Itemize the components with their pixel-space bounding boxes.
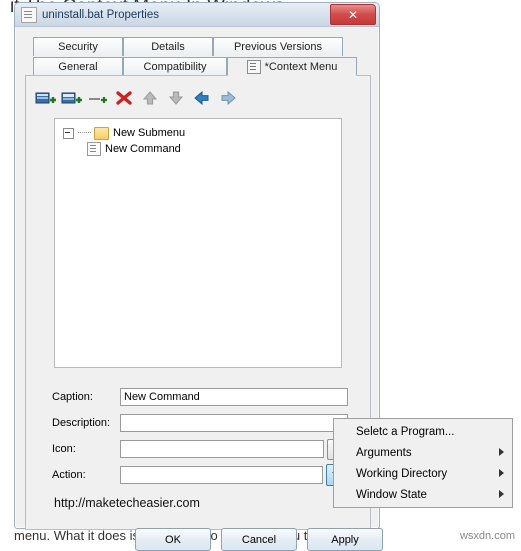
ok-button[interactable]: OK [135,528,211,551]
cancel-button[interactable]: Cancel [221,528,297,551]
apply-button[interactable]: Apply [307,528,383,551]
action-label: Action: [52,469,86,481]
collapse-icon[interactable] [63,127,74,139]
tab-security[interactable]: Security [33,37,123,56]
menu-item-working-directory[interactable]: Working Directory [334,463,512,484]
menu-item-window-state[interactable]: Window State [334,484,512,505]
icon-label: Icon: [52,443,76,455]
dialog-body: Security Details Previous Versions Gener… [15,27,383,551]
tree-item-label: New Submenu [113,127,186,139]
properties-dialog: uninstall.bat Properties ✕ Security Deta… [14,2,383,551]
watermark: wsxdn.com [459,530,515,542]
delete-button[interactable] [112,87,136,109]
tab-general[interactable]: General [33,57,123,76]
dialog-title: uninstall.bat Properties [42,8,159,21]
description-input[interactable] [120,414,348,432]
watermark-url: http://maketecheasier.com [54,496,200,510]
folder-icon [94,126,109,140]
move-left-button[interactable] [190,87,214,109]
description-label: Description: [52,417,111,429]
tab-context-menu[interactable]: *Context Menu [227,57,357,76]
new-command-button[interactable] [60,87,84,109]
tab-previous-versions[interactable]: Previous Versions [213,37,343,56]
close-button[interactable]: ✕ [330,4,376,25]
tab-compatibility[interactable]: Compatibility [123,57,227,76]
action-dropdown-menu: Seletc a Program... Arguments Working Di… [333,418,513,508]
new-submenu-button[interactable] [34,87,58,109]
context-menu-panel: New Submenu New Command Caption: Descrip… [25,75,371,530]
context-menu-icon [246,59,261,74]
move-up-button[interactable] [138,87,162,109]
menu-item-label: Window State [356,488,427,501]
chevron-right-icon [499,448,504,456]
caption-input[interactable] [120,388,348,406]
tab-details[interactable]: Details [123,37,213,56]
command-icon [87,142,101,156]
tabstrip: Security Details Previous Versions Gener… [25,37,369,77]
file-icon [21,6,37,23]
action-row: Action: [52,464,348,486]
chevron-right-icon [499,469,504,477]
menu-tree[interactable]: New Submenu New Command [54,118,342,368]
tree-item-new-command[interactable]: New Command [55,141,341,157]
dialog-buttons: OK Cancel Apply [135,528,383,551]
tree-item-new-submenu[interactable]: New Submenu [55,125,341,141]
new-separator-button[interactable] [86,87,110,109]
menu-item-label: Working Directory [356,467,448,480]
item-properties-form: Caption: Description: Icon: ... Action: [52,388,348,492]
chevron-right-icon [499,490,504,498]
icon-row: Icon: ... [52,438,348,460]
icon-input[interactable] [120,440,324,458]
move-down-button[interactable] [164,87,188,109]
caption-row: Caption: [52,388,348,406]
editor-toolbar [34,86,364,110]
dialog-titlebar[interactable]: uninstall.bat Properties ✕ [15,3,379,27]
action-input[interactable] [120,466,323,484]
tree-item-label: New Command [105,143,181,155]
tab-context-menu-label: *Context Menu [264,60,338,73]
caption-label: Caption: [52,391,93,403]
menu-item-select-a-program[interactable]: Seletc a Program... [334,421,512,442]
menu-item-label: Seletc a Program... [356,425,455,438]
move-right-button[interactable] [216,87,240,109]
tree-connector [78,132,91,134]
menu-item-arguments[interactable]: Arguments [334,442,512,463]
menu-item-label: Arguments [356,446,412,459]
description-row: Description: [52,414,348,432]
